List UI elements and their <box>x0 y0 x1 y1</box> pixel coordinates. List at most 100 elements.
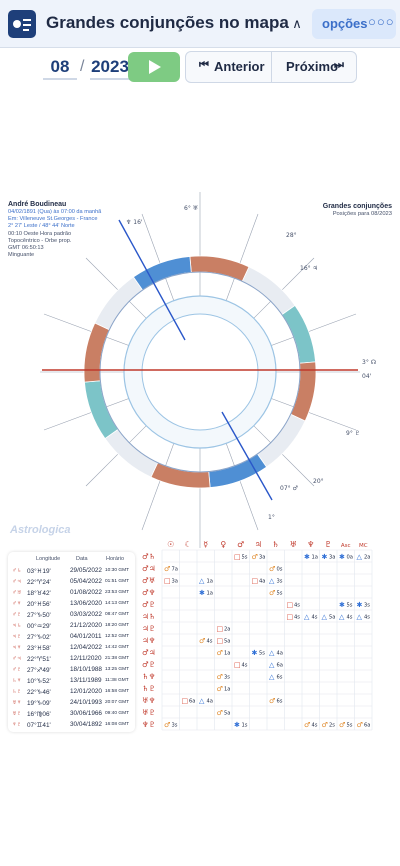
cell-time: 14:42 GMT <box>105 645 129 650</box>
cell-date: 18/10/1988 <box>70 666 102 673</box>
row-header: ♃♆ <box>142 636 155 645</box>
birth-date: 04/02/1891 (Qua) às 07:00 da manhã <box>8 209 102 215</box>
aspect-orb: 4s <box>312 723 318 729</box>
aspect-orb: 5s <box>347 723 353 729</box>
cell-pair: ♄♇ <box>12 688 22 695</box>
month-field[interactable]: 08 <box>43 54 77 80</box>
cell-time: 16:08 GMT <box>105 722 129 727</box>
cell-time: 11:38 GMT <box>105 678 129 683</box>
year-field[interactable]: 2023 <box>90 54 130 80</box>
col-date: Data <box>76 556 88 562</box>
zodiac-sign-segment <box>189 255 250 282</box>
label-pluto: 9° ♇ <box>346 430 360 437</box>
aspect-symbol: △ <box>339 613 345 621</box>
aspect-orb: 3a <box>329 555 335 561</box>
aspect-orb: 4s <box>242 663 248 669</box>
aspect-orb: 2a <box>224 627 230 633</box>
app-header: Grandes conjunções no mapa ∧ opções ○○○ <box>0 0 400 48</box>
play-button[interactable] <box>128 52 180 82</box>
cell-pair: ♂♇ <box>12 611 22 618</box>
zodiac-sign-segment <box>256 413 306 468</box>
aspect-orb: 4s <box>312 615 318 621</box>
aspect-orb: 3s <box>172 723 178 729</box>
aspect-symbol: □ <box>234 553 241 561</box>
cell-pair: ♄♆ <box>12 677 22 684</box>
cell-date: 12/01/2020 <box>70 688 102 695</box>
date-separator: / <box>80 58 85 75</box>
table-row: ♂♄ 03°♓19' 29/05/2022 10:30 GMT <box>8 565 135 576</box>
aspect-orb: 3s <box>224 675 230 681</box>
cell-pair: ♂♆ <box>12 600 22 607</box>
aspect-symbol: ♂ <box>217 709 223 717</box>
aspect-symbol: △ <box>269 673 275 681</box>
table-row: ♃♄ 00°♒29' 21/12/2020 18:20 GMT <box>8 620 135 631</box>
aspect-symbol: ✱ <box>304 553 310 561</box>
cell-pair: ♂♃ <box>12 578 22 585</box>
aspect-symbol: ✱ <box>339 601 345 609</box>
cell-lon: 20°♓56' <box>27 601 51 608</box>
cell-date: 12/04/2022 <box>70 644 102 651</box>
aspect-symbol: □ <box>182 697 189 705</box>
aspect-symbol: ♂ <box>199 637 205 645</box>
label-28: 28° <box>286 232 297 239</box>
cell-date: 03/03/2022 <box>70 611 102 618</box>
skip-back-icon: ⏮ <box>199 59 209 71</box>
next-button[interactable]: Próximo ⏭ <box>272 52 357 82</box>
cell-time: 09:40 GMT <box>105 711 129 716</box>
astrologica-watermark: Astrologica <box>10 524 71 536</box>
row-header: ♂♇ <box>142 600 155 609</box>
cell-time: 20:07 GMT <box>105 700 129 705</box>
cell-lon: 16°♍06' <box>27 711 51 718</box>
aspect-orb: 5s <box>277 591 283 597</box>
aspect-symbol: ♂ <box>217 673 223 681</box>
cell-date: 29/05/2022 <box>70 567 102 574</box>
page-title: Grandes conjunções no mapa <box>46 13 289 32</box>
skip-forward-icon: ⏭ <box>334 59 344 71</box>
row-header: ♂♅ <box>142 576 155 585</box>
table-row: ♃♇ 27°♑02' 04/01/2011 12:52 GMT <box>8 631 135 642</box>
person-name: André Boudineau <box>8 201 67 208</box>
column-header: ☾ <box>185 540 192 549</box>
center-circle <box>141 313 259 431</box>
aspect-symbol: ✱ <box>357 601 363 609</box>
aspect-symbol: △ <box>304 613 310 621</box>
table-row: ♂♆ 20°♓56' 13/06/2020 14:13 GMT <box>8 598 135 609</box>
aspect-symbol: □ <box>234 661 241 669</box>
row-header: ♂♃ <box>142 564 155 573</box>
collapse-chevron-icon[interactable]: ∧ <box>287 14 307 34</box>
column-header: MC <box>359 543 368 549</box>
aspect-orb: 3s <box>277 579 283 585</box>
cell-date: 30/04/1892 <box>70 721 102 728</box>
aspect-symbol: ♂ <box>164 565 170 573</box>
transit-title: Grandes conjunções <box>322 203 392 210</box>
row-header: ♄♇ <box>142 684 155 693</box>
row-header: ♃♄ <box>142 612 155 621</box>
aspect-symbol: ♂ <box>217 649 223 657</box>
table-row: ♂♅ 18°♉42' 01/08/2022 23:53 GMT <box>8 587 135 598</box>
aspect-orb: 6s <box>277 699 283 705</box>
aspect-orb: 4a <box>207 699 213 705</box>
aspect-symbol: □ <box>287 613 294 621</box>
transit-date: Posições para 08/2023 <box>332 211 392 217</box>
cell-lon: 27°♐49' <box>27 667 51 674</box>
table-row: ♃♆ 23°♓58' 12/04/2022 14:42 GMT <box>8 642 135 653</box>
options-button[interactable]: opções ○○○ <box>312 9 396 39</box>
cell-time: 18:20 GMT <box>105 623 129 628</box>
row-header: ♂♄ <box>142 552 155 561</box>
cell-pair: ♃♆ <box>12 644 22 651</box>
row-header: ♂♆ <box>142 588 155 597</box>
cell-date: 21/12/2020 <box>70 622 102 629</box>
previous-label: Anterior <box>214 59 265 74</box>
column-header: ☿ <box>203 540 208 549</box>
column-header: ♂ <box>237 540 244 549</box>
column-header: ♃ <box>255 540 262 549</box>
aspect-symbol: ♂ <box>357 721 363 729</box>
cell-pair: ♅♇ <box>12 710 22 717</box>
cell-time: 21:38 GMT <box>105 656 129 661</box>
aspect-symbol: ♂ <box>269 589 275 597</box>
cell-time: 10:30 GMT <box>105 568 129 573</box>
previous-button[interactable]: ⏮ Anterior <box>186 52 272 82</box>
aspect-orb: 1a <box>224 651 230 657</box>
cell-lon: 22°♈51' <box>27 656 51 663</box>
aspect-symbol: □ <box>217 637 224 645</box>
